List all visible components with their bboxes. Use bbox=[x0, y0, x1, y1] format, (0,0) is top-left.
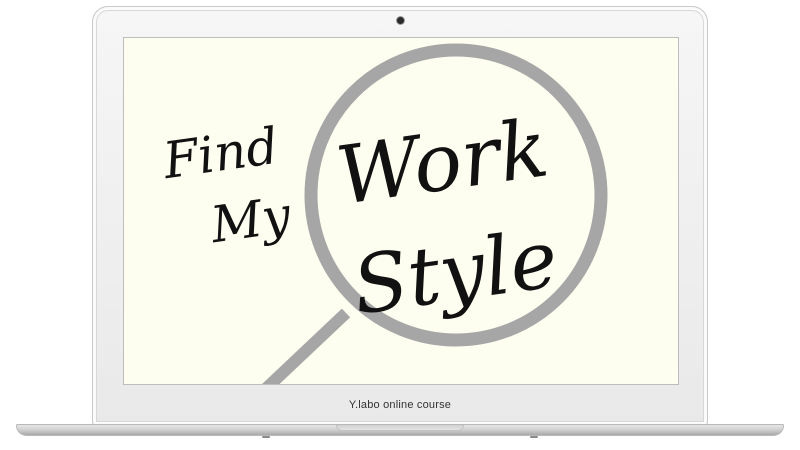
screen-artwork: Find My Work Style bbox=[159, 43, 608, 384]
laptop-screen: Find My Work Style bbox=[123, 37, 679, 385]
laptop-foot-left bbox=[262, 436, 270, 438]
course-label: Y.labo online course bbox=[348, 399, 452, 411]
headline-find: Find bbox=[159, 117, 282, 191]
laptop-notch bbox=[336, 425, 464, 431]
laptop-mockup: Find My Work Style Y.labo online course bbox=[0, 0, 800, 450]
webcam-icon bbox=[397, 17, 404, 24]
laptop-foot-right bbox=[530, 436, 538, 438]
headline-my: My bbox=[206, 186, 294, 255]
